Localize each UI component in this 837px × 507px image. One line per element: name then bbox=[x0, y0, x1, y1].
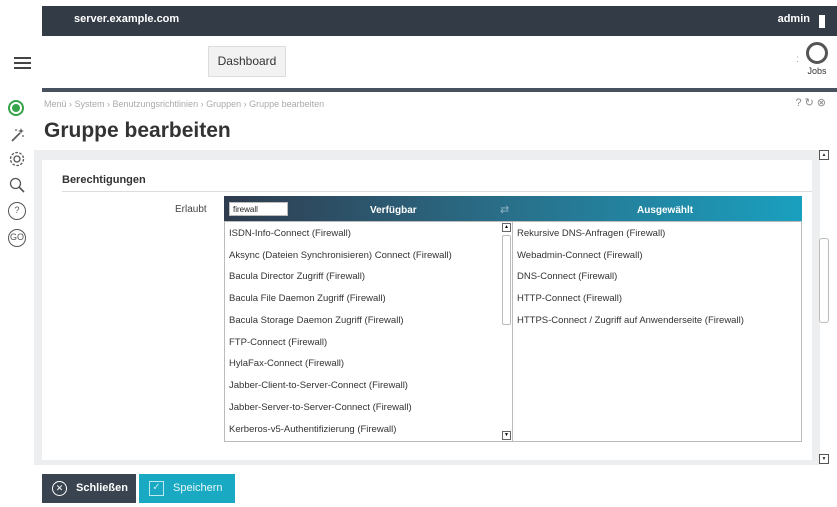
jobs-label: Jobs bbox=[807, 66, 827, 76]
list-item[interactable]: Jabber-Server-to-Server-Connect (Firewal… bbox=[229, 402, 412, 413]
server-hostname: server.example.com bbox=[74, 13, 180, 25]
filter-input[interactable] bbox=[229, 202, 288, 216]
field-label: Erlaubt bbox=[175, 204, 207, 215]
close-icon[interactable]: ⊗ bbox=[817, 97, 829, 109]
list-item[interactable]: HTTPS-Connect / Zugriff auf Anwenderseit… bbox=[517, 315, 744, 326]
section-divider bbox=[62, 191, 812, 192]
page-scrollbar[interactable]: ▲ ▼ bbox=[819, 150, 829, 465]
breadcrumb[interactable]: Menü › System › Benutzungsrichtlinien › … bbox=[44, 99, 324, 109]
list-item[interactable]: Jabber-Client-to-Server-Connect (Firewal… bbox=[229, 380, 408, 391]
search-icon[interactable] bbox=[8, 176, 26, 194]
scroll-down-icon[interactable]: ▼ bbox=[819, 454, 829, 464]
save-button[interactable]: ✓ Speichern bbox=[139, 474, 235, 503]
scroll-up-icon[interactable]: ▲ bbox=[819, 150, 829, 160]
status-ok-icon[interactable] bbox=[8, 100, 24, 116]
scroll-up-icon[interactable]: ▲ bbox=[502, 223, 511, 232]
selected-header: Ausgewählt bbox=[637, 205, 694, 216]
top-bar: server.example.com admin bbox=[42, 6, 837, 36]
jobs-icon bbox=[806, 42, 828, 64]
scroll-down-icon[interactable]: ▼ bbox=[502, 431, 511, 440]
more-icon[interactable]: : bbox=[796, 54, 799, 65]
list-item[interactable]: Bacula File Daemon Zugriff (Firewall) bbox=[229, 293, 386, 304]
list-item[interactable]: Bacula Storage Daemon Zugriff (Firewall) bbox=[229, 315, 404, 326]
list-item[interactable]: Kerberos-v5-Authentifizierung (Firewall) bbox=[229, 424, 396, 435]
jobs-button[interactable]: Jobs bbox=[805, 42, 829, 76]
settings-gear-icon[interactable] bbox=[8, 150, 26, 168]
list-header bbox=[224, 196, 802, 221]
list-item[interactable]: Bacula Director Zugriff (Firewall) bbox=[229, 271, 365, 282]
section-title: Berechtigungen bbox=[62, 174, 146, 186]
tab-dashboard[interactable]: Dashboard bbox=[208, 46, 286, 77]
menu-icon[interactable] bbox=[14, 57, 31, 69]
available-list[interactable]: ISDN-Info-Connect (Firewall) Aksync (Dat… bbox=[224, 221, 513, 442]
list-item[interactable]: FTP-Connect (Firewall) bbox=[229, 337, 327, 348]
list-item[interactable]: HTTP-Connect (Firewall) bbox=[517, 293, 622, 304]
nav-divider bbox=[42, 88, 837, 92]
swap-arrows-icon[interactable]: ⇄ bbox=[500, 203, 509, 216]
header-actions: ?↻⊗ bbox=[795, 96, 829, 109]
checkmark-icon: ✓ bbox=[149, 481, 164, 496]
selected-list[interactable]: Rekursive DNS-Anfragen (Firewall) Webadm… bbox=[513, 221, 802, 442]
go-icon[interactable]: GO bbox=[8, 229, 26, 247]
available-scrollbar[interactable]: ▲ ▼ bbox=[502, 223, 511, 440]
list-item[interactable]: Aksync (Dateien Synchronisieren) Connect… bbox=[229, 250, 452, 261]
list-item[interactable]: DNS-Connect (Firewall) bbox=[517, 271, 617, 282]
list-item[interactable]: Rekursive DNS-Anfragen (Firewall) bbox=[517, 228, 665, 239]
close-icon: ✕ bbox=[52, 481, 67, 496]
list-item[interactable]: Webadmin-Connect (Firewall) bbox=[517, 250, 642, 261]
reload-icon[interactable]: ↻ bbox=[805, 97, 817, 109]
available-header: Verfügbar bbox=[370, 205, 417, 216]
wizard-wand-icon[interactable] bbox=[8, 126, 26, 144]
close-button[interactable]: ✕ Schließen bbox=[42, 474, 136, 503]
left-rail: ? GO bbox=[0, 92, 34, 507]
help-icon[interactable]: ? bbox=[8, 202, 26, 220]
nav-bar: Dashboard : Jobs bbox=[0, 36, 837, 89]
user-menu[interactable]: admin bbox=[778, 13, 810, 25]
scroll-thumb[interactable] bbox=[502, 235, 511, 325]
list-item[interactable]: ISDN-Info-Connect (Firewall) bbox=[229, 228, 351, 239]
save-label: Speichern bbox=[173, 482, 223, 494]
logout-icon[interactable] bbox=[819, 15, 825, 28]
page-title: Gruppe bearbeiten bbox=[44, 119, 231, 142]
close-label: Schließen bbox=[76, 482, 128, 494]
help-icon[interactable]: ? bbox=[795, 97, 804, 109]
scroll-thumb[interactable] bbox=[819, 238, 829, 323]
list-item[interactable]: HylaFax-Connect (Firewall) bbox=[229, 358, 344, 369]
